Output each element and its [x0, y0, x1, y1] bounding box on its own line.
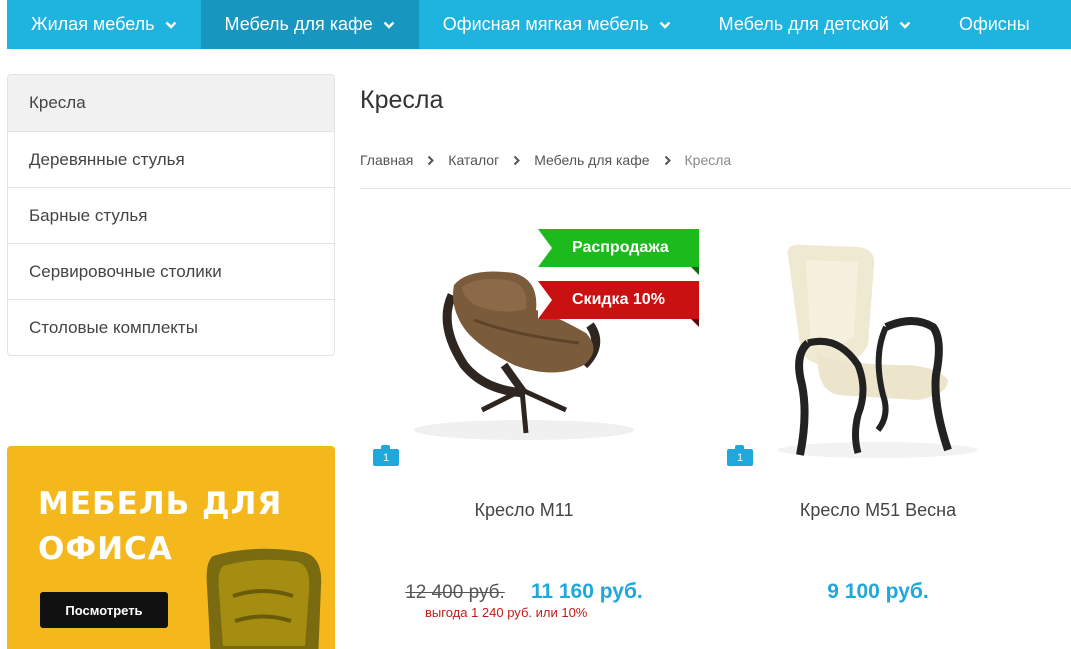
savings-note: выгода 1 240 руб. или 10% [425, 605, 588, 620]
discount-ribbon: Скидка 10% [538, 281, 699, 327]
product-name[interactable]: Кресло М51 Весна [708, 500, 1048, 521]
chevron-right-icon [513, 155, 521, 166]
chevron-down-icon [899, 21, 911, 29]
breadcrumb: Главная Каталог Мебель для кафе Кресла [360, 152, 731, 168]
photo-count-badge: 1 [373, 445, 399, 466]
nav-item-label: Мебель для детской [718, 14, 889, 34]
discount-ribbon-label: Скидка 10% [572, 291, 665, 308]
sidebar-item-bar-stools[interactable]: Барные стулья [8, 187, 334, 243]
nav-item-cafe-furniture[interactable]: Мебель для кафе [200, 0, 419, 49]
breadcrumb-cafe-furniture[interactable]: Мебель для кафе [534, 152, 649, 168]
chevron-right-icon [664, 155, 671, 166]
nav-item-label: Мебель для кафе [224, 14, 373, 34]
office-chair-image [206, 548, 322, 649]
ribbon-fold [691, 267, 699, 275]
nav-item-label: Жилая мебель [31, 14, 155, 34]
top-navigation: Жилая мебель Мебель для кафе Офисная мяг… [7, 0, 1071, 49]
product-card: 1 Кресло М51 Весна 9 100 руб. [708, 215, 1048, 645]
page-title: Кресла [360, 86, 444, 114]
current-price: 9 100 руб. [827, 580, 929, 603]
product-name[interactable]: Кресло М11 [354, 500, 694, 521]
nav-item-label: Офисная мягкая мебель [442, 14, 649, 34]
old-price: 12 400 руб. [405, 582, 505, 603]
chevron-down-icon [659, 21, 671, 29]
sidebar-item-serving-tables[interactable]: Сервировочные столики [8, 243, 334, 299]
sidebar-item-dining-sets[interactable]: Столовые комплекты [8, 299, 334, 355]
price-row: 12 400 руб. 11 160 руб. [354, 580, 694, 604]
breadcrumb-catalog[interactable]: Каталог [448, 152, 499, 168]
office-furniture-banner[interactable]: МЕБЕЛЬ ДЛЯ ОФИСА Посмотреть [7, 446, 335, 649]
photo-count-badge: 1 [727, 445, 753, 466]
chevron-down-icon [383, 21, 395, 29]
sale-ribbon-label: Распродажа [572, 239, 669, 256]
chevron-down-icon [165, 21, 176, 29]
banner-view-button[interactable]: Посмотреть [40, 592, 168, 628]
nav-item-living-furniture[interactable]: Жилая мебель [7, 0, 201, 49]
breadcrumb-current: Кресла [684, 152, 732, 168]
sidebar-category-menu: Кресла Деревянные стулья Барные стулья С… [7, 74, 335, 356]
product-photo[interactable] [708, 215, 1048, 475]
sidebar-item-wooden-chairs[interactable]: Деревянные стулья [8, 131, 334, 187]
nav-item-office[interactable]: Офисны [935, 0, 1054, 49]
breadcrumb-home[interactable]: Главная [360, 152, 413, 168]
sidebar-item-armchairs[interactable]: Кресла [8, 75, 334, 131]
divider [360, 188, 1071, 189]
ribbon-fold [691, 319, 699, 327]
photo-count: 1 [736, 451, 744, 464]
product-card: Распродажа Скидка 10% 1 Кресло М11 12 40… [354, 215, 699, 645]
price-row: 9 100 руб. [708, 580, 1048, 604]
chevron-right-icon [427, 155, 435, 166]
photo-count: 1 [382, 451, 390, 464]
nav-item-office-soft-furniture[interactable]: Офисная мягкая мебель [419, 0, 695, 49]
nav-item-label: Офисны [958, 14, 1030, 34]
sale-ribbon: Распродажа [538, 229, 699, 275]
nav-item-kids-furniture[interactable]: Мебель для детской [695, 0, 935, 49]
current-price: 11 160 руб. [530, 580, 643, 603]
